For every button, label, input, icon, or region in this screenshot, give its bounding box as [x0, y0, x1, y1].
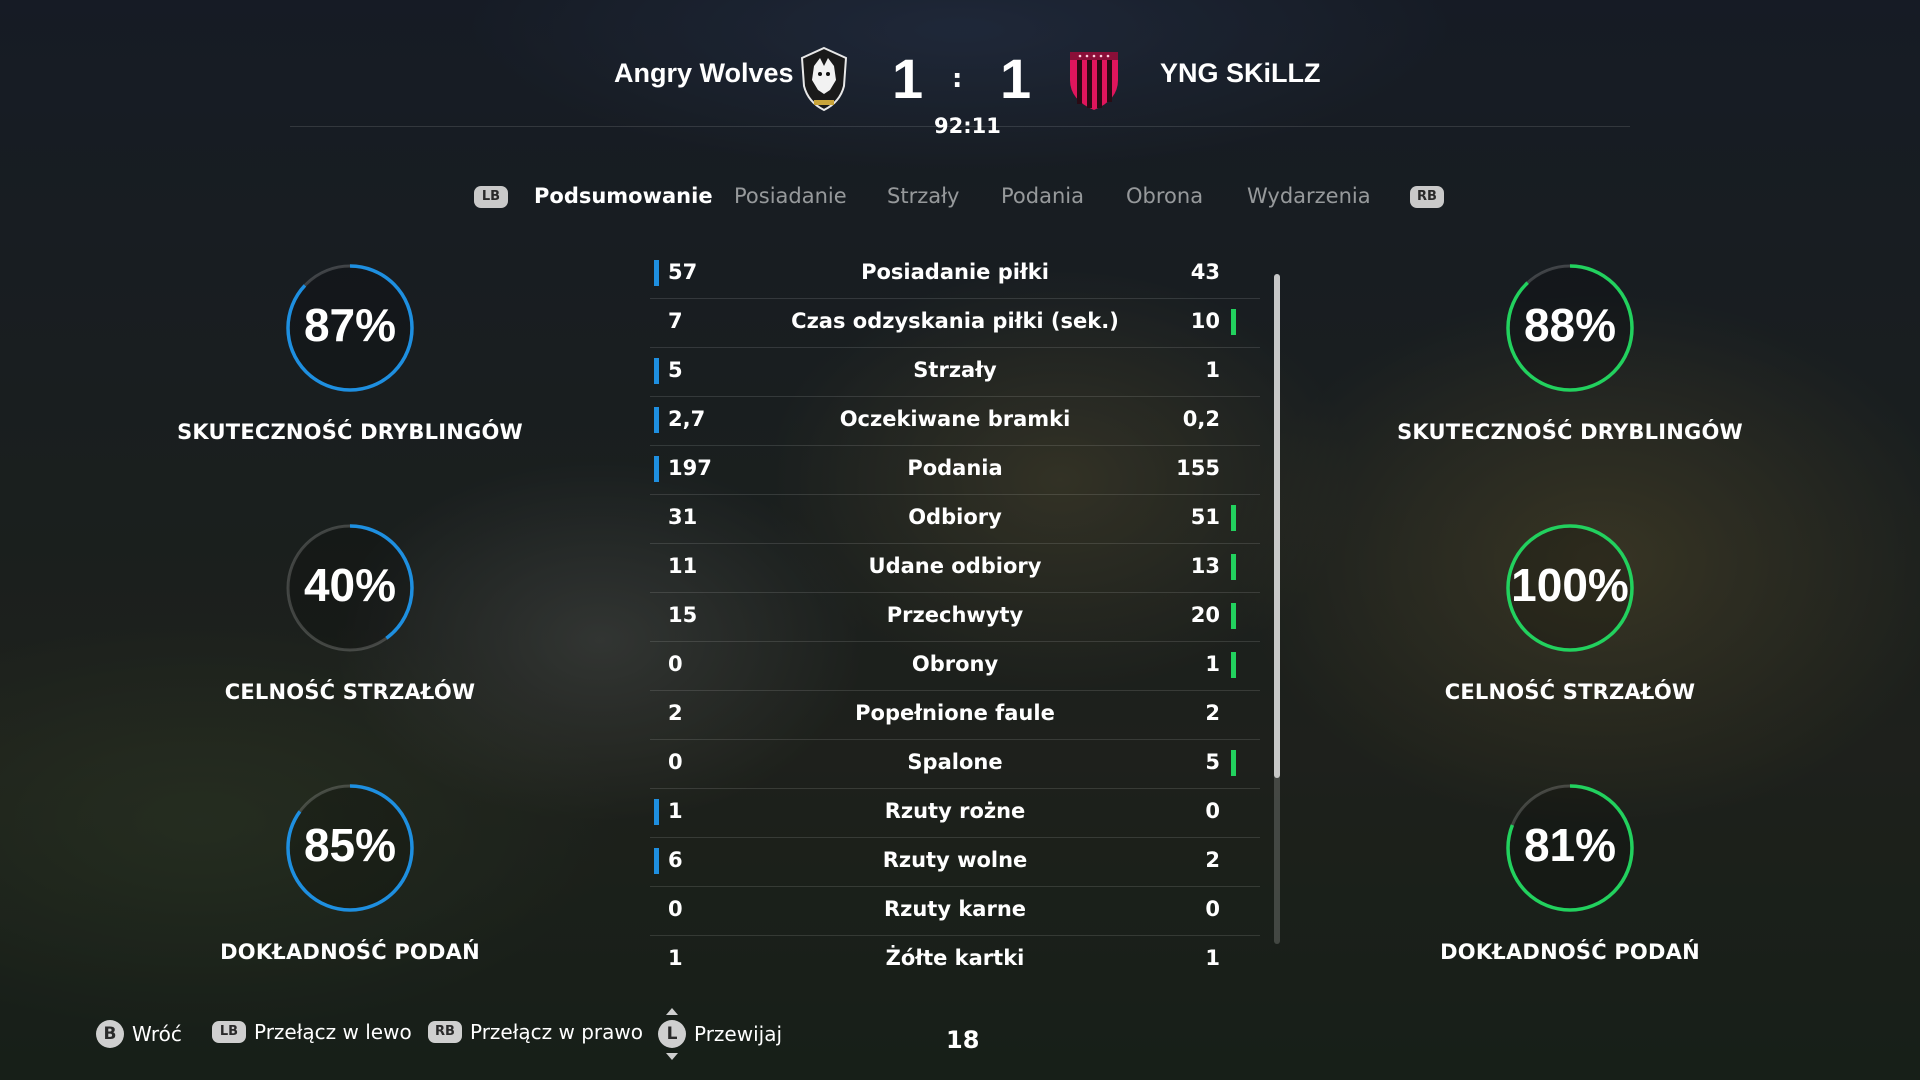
ring-value: 87% [303, 299, 397, 351]
stat-away-value: 2 [1205, 848, 1220, 872]
ring-value: 85% [303, 819, 397, 871]
stat-row: 197 Podania 155 [650, 446, 1260, 495]
stat-label: Rzuty rożne [884, 799, 1026, 823]
stat-label: Odbiory [908, 505, 1002, 529]
stat-label: Rzuty karne [883, 897, 1027, 921]
b-button-icon: B [96, 1020, 124, 1048]
ring-label: CELNOŚĆ STRZAŁÓW [224, 680, 476, 704]
home-ring-shots: 40% CELNOŚĆ STRZAŁÓW [170, 510, 530, 704]
stat-row: 2 Popełnione faule 2 [650, 691, 1260, 740]
stat-away-value: 2 [1205, 701, 1220, 725]
stat-label: Żółte kartki [885, 946, 1025, 970]
scrollbar-thumb[interactable] [1274, 274, 1280, 778]
ring-label: SKUTECZNOŚĆ DRYBLINGÓW [177, 420, 523, 444]
away-team-name: YNG SKiLLZ [1160, 58, 1321, 88]
away-ring-passing: 81% DOKŁADNOŚĆ PODAŃ [1390, 770, 1750, 964]
stat-away-value: 0 [1205, 799, 1220, 823]
stat-row: 5 Strzały 1 [650, 348, 1260, 397]
ring-value: 88% [1523, 299, 1617, 351]
stat-row: 0 Spalone 5 [650, 740, 1260, 789]
stat-label: Obrony [911, 652, 999, 676]
back-label: Wróć [132, 1022, 182, 1046]
ring-value: 81% [1523, 819, 1617, 871]
tab-obrona[interactable]: Obrona [1126, 184, 1203, 208]
away-score: 1 [1000, 47, 1032, 110]
stat-row: 11 Udane odbiory 13 [650, 544, 1260, 593]
ring-label: DOKŁADNOŚĆ PODAŃ [220, 940, 480, 964]
switch-right-control[interactable]: RB Przełącz w prawo [428, 1020, 643, 1044]
stat-row: 57 Posiadanie piłki 43 [650, 250, 1260, 299]
striped-shield-crest-icon [1070, 52, 1118, 110]
stat-row: 0 Obrony 1 [650, 642, 1260, 691]
wolf-crest-icon [800, 46, 848, 112]
stats-tab-bar: LB Podsumowanie Posiadanie Strzały Podan… [474, 184, 1444, 222]
stat-away-value: 1 [1205, 946, 1220, 970]
stat-label: Przechwyty [886, 603, 1024, 627]
stat-row: 31 Odbiory 51 [650, 495, 1260, 544]
score-separator: : [952, 64, 963, 94]
page-number: 18 [946, 1026, 980, 1054]
lb-button-icon: LB [212, 1021, 246, 1043]
away-ring-shots: 100% CELNOŚĆ STRZAŁÓW [1390, 510, 1750, 704]
stat-label: Oczekiwane bramki [839, 407, 1071, 431]
l-button-icon: L [658, 1020, 686, 1048]
ring-value: 100% [1511, 559, 1629, 611]
rb-button-icon: RB [428, 1021, 462, 1043]
stat-row: 2,7 Oczekiwane bramki 0,2 [650, 397, 1260, 446]
away-ring-dribbling: 88% SKUTECZNOŚĆ DRYBLINGÓW [1390, 250, 1750, 444]
stick-down-arrow-icon [666, 1053, 678, 1060]
stat-label: Strzały [913, 358, 997, 382]
stat-row: 6 Rzuty wolne 2 [650, 838, 1260, 887]
tab-podsumowanie[interactable]: Podsumowanie [534, 184, 713, 208]
back-control[interactable]: B Wróć [96, 1020, 182, 1048]
stat-away-value: 0,2 [1182, 407, 1220, 431]
ring-label: SKUTECZNOŚĆ DRYBLINGÓW [1397, 420, 1743, 444]
stat-label: Udane odbiory [868, 554, 1042, 578]
ring-label: DOKŁADNOŚĆ PODAŃ [1440, 940, 1700, 964]
stat-row: 15 Przechwyty 20 [650, 593, 1260, 642]
stat-label: Rzuty wolne [882, 848, 1028, 872]
stat-away-value: 51 [1190, 505, 1220, 529]
stat-away-value: 0 [1205, 897, 1220, 921]
lb-button-icon[interactable]: LB [474, 186, 508, 208]
tab-posiadanie[interactable]: Posiadanie [734, 184, 847, 208]
left-stick-icon: L [658, 1008, 686, 1060]
stat-row: 0 Rzuty karne 0 [650, 887, 1260, 936]
stat-away-value: 1 [1205, 652, 1220, 676]
stat-row: 7 Czas odzyskania piłki (sek.) 10 [650, 299, 1260, 348]
stat-away-value: 43 [1190, 260, 1220, 284]
tab-strzaly[interactable]: Strzały [887, 184, 960, 208]
switch-left-control[interactable]: LB Przełącz w lewo [212, 1020, 412, 1044]
tab-wydarzenia[interactable]: Wydarzenia [1247, 184, 1371, 208]
scroll-control[interactable]: L Przewijaj [658, 1008, 783, 1060]
home-ring-passing: 85% DOKŁADNOŚĆ PODAŃ [170, 770, 530, 964]
stat-row: 1 Rzuty rożne 0 [650, 789, 1260, 838]
stat-row: 1 Żółte kartki 1 [650, 936, 1260, 984]
stat-label: Czas odzyskania piłki (sek.) [791, 309, 1119, 333]
stats-scrollbar[interactable] [1274, 274, 1280, 944]
stat-away-value: 13 [1190, 554, 1220, 578]
switch-left-label: Przełącz w lewo [254, 1020, 412, 1044]
switch-right-label: Przełącz w prawo [470, 1020, 644, 1044]
home-team-name: Angry Wolves [614, 58, 794, 88]
stick-up-arrow-icon [666, 1008, 678, 1015]
tab-podania[interactable]: Podania [1001, 184, 1084, 208]
scroll-label: Przewijaj [694, 1022, 783, 1046]
ring-value: 40% [303, 559, 397, 611]
stat-label: Posiadanie piłki [861, 260, 1049, 284]
stat-away-value: 1 [1205, 358, 1220, 382]
stat-away-value: 155 [1176, 456, 1220, 480]
stats-table[interactable]: 57 Posiadanie piłki 43 7 Czas odzyskania pił… [650, 250, 1260, 984]
stat-label: Spalone [907, 750, 1003, 774]
stat-label: Popełnione faule [855, 701, 1055, 725]
home-ring-dribbling: 87% SKUTECZNOŚĆ DRYBLINGÓW [170, 250, 530, 444]
stat-label: Podania [907, 456, 1003, 480]
stat-away-value: 20 [1190, 603, 1220, 627]
stat-away-value: 5 [1205, 750, 1220, 774]
header-divider [290, 126, 1630, 127]
home-score: 1 [892, 47, 924, 110]
rb-button-icon[interactable]: RB [1410, 186, 1444, 208]
ring-label: CELNOŚĆ STRZAŁÓW [1444, 680, 1696, 704]
stat-away-value: 10 [1190, 309, 1220, 333]
